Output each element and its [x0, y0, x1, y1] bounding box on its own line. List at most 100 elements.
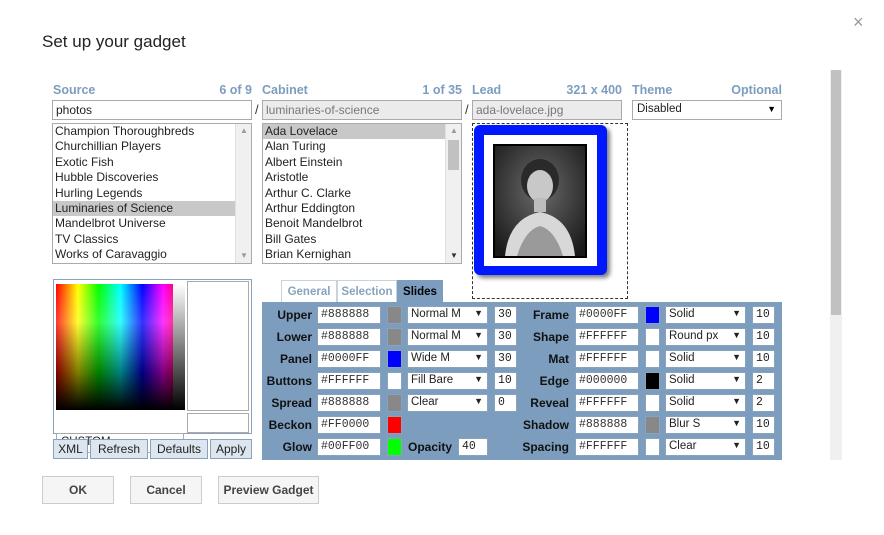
close-icon[interactable]: ×: [853, 12, 864, 33]
tab-general[interactable]: General: [281, 280, 337, 302]
tab-selection[interactable]: Selection: [337, 280, 397, 302]
source-list-item[interactable]: Exotic Fish: [53, 155, 235, 170]
cabinet-list-item[interactable]: Albert Einstein: [263, 155, 445, 170]
shadow-size-input[interactable]: 10: [752, 416, 775, 434]
beckon-color-input[interactable]: #FF0000: [317, 416, 381, 434]
spread-style-select[interactable]: Clear ▼: [407, 394, 488, 412]
cancel-button[interactable]: Cancel: [130, 476, 202, 504]
cabinet-list-item[interactable]: Alan Turing: [263, 139, 445, 154]
source-input[interactable]: photos: [52, 100, 252, 120]
cabinet-list-item[interactable]: Aristotle: [263, 170, 445, 185]
tab-slides[interactable]: Slides: [397, 280, 443, 302]
scroll-up-icon[interactable]: ▲: [446, 124, 461, 138]
buttons-color-swatch[interactable]: [387, 372, 402, 390]
spacing-style-select[interactable]: Clear ▼: [665, 438, 746, 456]
spacing-size-input[interactable]: 10: [752, 438, 775, 456]
shape-style-select[interactable]: Round px ▼: [665, 328, 746, 346]
source-list-item[interactable]: Mandelbrot Universe: [53, 216, 235, 231]
frame-color-swatch[interactable]: [645, 306, 660, 324]
source-list-item[interactable]: Luminaries of Science: [53, 200, 235, 217]
spread-size-input[interactable]: 0: [494, 394, 517, 412]
lower-size-input[interactable]: 30: [494, 328, 517, 346]
xml-button[interactable]: XML: [53, 439, 88, 459]
cabinet-list-item[interactable]: Arthur C. Clarke: [263, 186, 445, 201]
color-gradient[interactable]: [56, 284, 185, 410]
reveal-size-input[interactable]: 2: [752, 394, 775, 412]
reveal-color-swatch[interactable]: [645, 394, 660, 412]
cabinet-list-item[interactable]: Arthur Eddington: [263, 201, 445, 216]
cabinet-list-item[interactable]: Benoit Mandelbrot: [263, 216, 445, 231]
shape-style-value: Round px: [669, 330, 719, 342]
edge-size-input[interactable]: 2: [752, 372, 775, 390]
brightness-strip[interactable]: [173, 284, 185, 410]
spread-color-input[interactable]: #888888: [317, 394, 381, 412]
source-list-item[interactable]: TV Classics: [53, 232, 235, 247]
mat-color-swatch[interactable]: [645, 350, 660, 368]
spacing-color-input[interactable]: #FFFFFF: [575, 438, 639, 456]
scroll-thumb[interactable]: [831, 70, 841, 315]
edge-color-input[interactable]: #000000: [575, 372, 639, 390]
lower-style-select[interactable]: Normal M ▼: [407, 328, 488, 346]
reveal-style-select[interactable]: Solid ▼: [665, 394, 746, 412]
cabinet-list-item[interactable]: Ada Lovelace: [263, 124, 445, 140]
dialog-scrollbar[interactable]: [830, 70, 842, 460]
upper-color-input[interactable]: #888888: [317, 306, 381, 324]
source-list-item[interactable]: Hurling Legends: [53, 186, 235, 201]
source-list-scrollbar[interactable]: ▲ ▼: [235, 124, 251, 263]
panel-color-swatch[interactable]: [387, 350, 402, 368]
shape-size-input[interactable]: 10: [752, 328, 775, 346]
edge-style-select[interactable]: Solid ▼: [665, 372, 746, 390]
source-count: 6 of 9: [219, 83, 252, 97]
color-value-box[interactable]: [187, 413, 249, 433]
buttons-color-input[interactable]: #FFFFFF: [317, 372, 381, 390]
panel-color-input[interactable]: #0000FF: [317, 350, 381, 368]
frame-color-input[interactable]: #0000FF: [575, 306, 639, 324]
defaults-button[interactable]: Defaults: [150, 439, 208, 459]
buttons-style-select[interactable]: Fill Bare ▼: [407, 372, 488, 390]
scroll-down-icon[interactable]: ▼: [446, 249, 461, 263]
spread-color-swatch[interactable]: [387, 394, 402, 412]
lower-color-input[interactable]: #888888: [317, 328, 381, 346]
shadow-color-swatch[interactable]: [645, 416, 660, 434]
source-list[interactable]: Champion Thoroughbreds Churchillian Playe…: [52, 123, 252, 264]
cabinet-list-scrollbar[interactable]: ▲ ▼: [445, 124, 461, 263]
upper-color-swatch[interactable]: [387, 306, 402, 324]
shadow-style-select[interactable]: Blur S ▼: [665, 416, 746, 434]
cabinet-list-item[interactable]: Bill Gates: [263, 232, 445, 247]
preview-gadget-button[interactable]: Preview Gadget: [218, 476, 319, 504]
scroll-thumb[interactable]: [448, 140, 459, 170]
reveal-color-input[interactable]: #FFFFFF: [575, 394, 639, 412]
lower-color-swatch[interactable]: [387, 328, 402, 346]
apply-button[interactable]: Apply: [210, 439, 252, 459]
ok-button[interactable]: OK: [42, 476, 114, 504]
upper-style-select[interactable]: Normal M ▼: [407, 306, 488, 324]
spacing-color-swatch[interactable]: [645, 438, 660, 456]
cabinet-list-item[interactable]: Brian Kernighan: [263, 247, 445, 262]
panel-size-input[interactable]: 30: [494, 350, 517, 368]
glow-color-input[interactable]: #00FF00: [317, 438, 381, 456]
reveal-style-value: Solid: [669, 396, 695, 408]
source-list-item[interactable]: Works of Caravaggio: [53, 247, 235, 262]
frame-size-input[interactable]: 10: [752, 306, 775, 324]
shadow-color-input[interactable]: #888888: [575, 416, 639, 434]
source-list-item[interactable]: Churchillian Players: [53, 139, 235, 154]
scroll-down-icon[interactable]: ▼: [236, 249, 251, 263]
opacity-input[interactable]: 40: [458, 438, 488, 456]
refresh-button[interactable]: Refresh: [90, 439, 148, 459]
buttons-size-input[interactable]: 10: [494, 372, 517, 390]
shape-color-input[interactable]: #FFFFFF: [575, 328, 639, 346]
mat-size-input[interactable]: 10: [752, 350, 775, 368]
theme-select[interactable]: Disabled ▼: [632, 100, 782, 120]
panel-style-select[interactable]: Wide M ▼: [407, 350, 488, 368]
cabinet-list[interactable]: Ada Lovelace Alan Turing Albert Einstein Ar…: [262, 123, 462, 264]
source-list-item[interactable]: Hubble Discoveries: [53, 170, 235, 185]
beckon-color-swatch[interactable]: [387, 416, 402, 434]
scroll-up-icon[interactable]: ▲: [236, 124, 251, 138]
mat-color-input[interactable]: #FFFFFF: [575, 350, 639, 368]
upper-size-input[interactable]: 30: [494, 306, 517, 324]
mat-style-select[interactable]: Solid ▼: [665, 350, 746, 368]
frame-style-select[interactable]: Solid ▼: [665, 306, 746, 324]
edge-color-swatch[interactable]: [645, 372, 660, 390]
shape-color-swatch[interactable]: [645, 328, 660, 346]
source-list-item[interactable]: Champion Thoroughbreds: [53, 124, 235, 139]
